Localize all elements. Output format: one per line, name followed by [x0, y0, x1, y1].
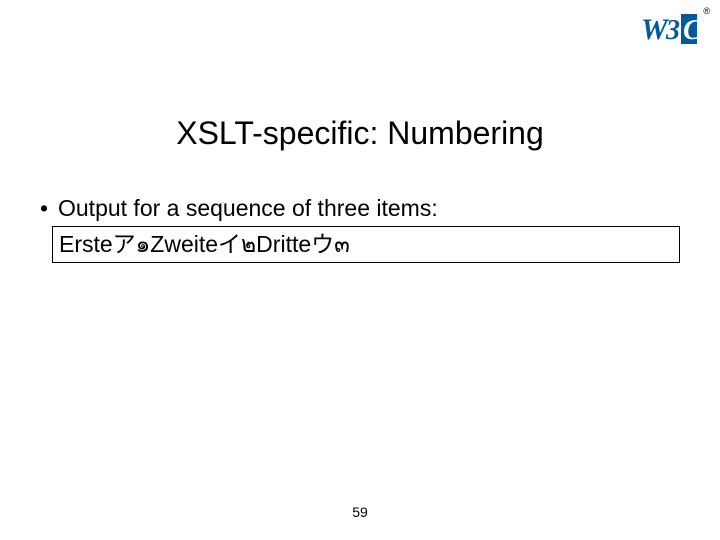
- logo-digit-3: 3: [665, 15, 680, 46]
- output-example-box: Ersteア๑Zweiteイ๒Dritteウ๓: [52, 226, 680, 263]
- bullet-text: Output for a sequence of three items:: [58, 195, 438, 221]
- slide-title: XSLT-specific: Numbering: [0, 115, 720, 152]
- slide-content: •Output for a sequence of three items: E…: [30, 195, 690, 263]
- bullet-item: •Output for a sequence of three items:: [30, 195, 690, 222]
- page-number: 59: [0, 504, 720, 520]
- trademark-symbol: ®: [703, 6, 710, 16]
- logo-letter-c: C: [683, 15, 699, 46]
- w3c-logo: W 3 C: [640, 10, 700, 50]
- bullet-marker: •: [30, 195, 58, 222]
